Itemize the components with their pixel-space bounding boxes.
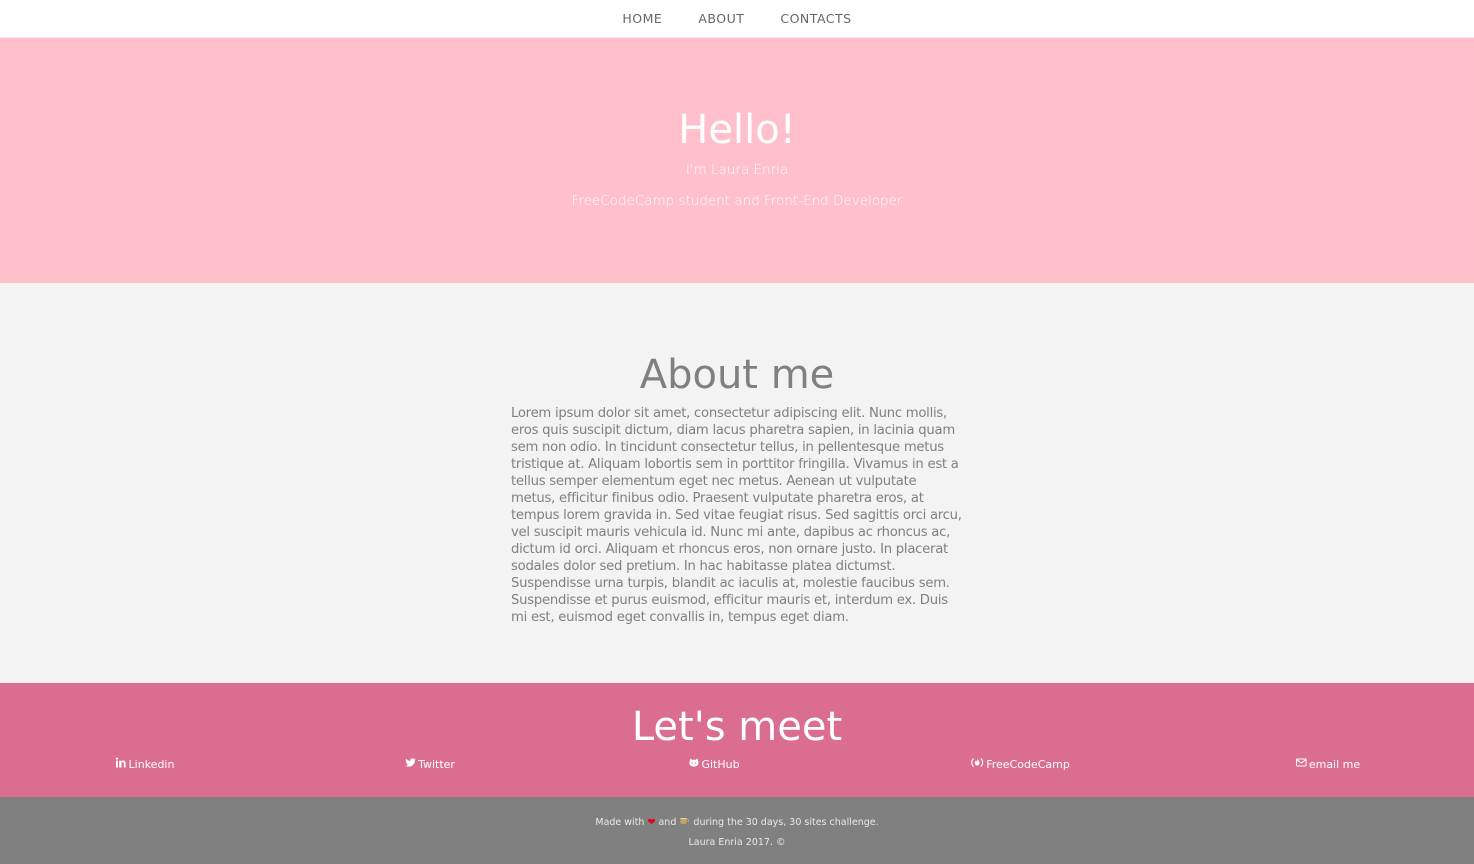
linkedin-link[interactable]: Linkedin: [115, 757, 175, 771]
linkedin-icon: [115, 757, 127, 771]
footer-credit: Made with ❤ and during the 30 days, 30 s…: [0, 815, 1474, 828]
coffee-icon: [679, 817, 693, 828]
nav-item-home[interactable]: HOME: [604, 11, 680, 26]
footer-made-with: Made with: [595, 817, 645, 828]
nav-item-about[interactable]: ABOUT: [680, 11, 762, 26]
freecodecamp-label: FreeCodeCamp: [986, 757, 1070, 771]
github-label: GitHub: [701, 757, 740, 771]
freecodecamp-link[interactable]: FreeCodeCamp: [970, 757, 1070, 771]
about-title: About me: [639, 352, 835, 398]
about-text: Lorem ipsum dolor sit amet, consectetur …: [511, 406, 962, 625]
nav-item-contacts[interactable]: CONTACTS: [762, 11, 869, 26]
twitter-link[interactable]: Twitter: [405, 757, 455, 771]
top-nav: HOME ABOUT CONTACTS: [0, 0, 1474, 38]
github-icon: [688, 757, 699, 771]
heart-icon: ❤: [647, 817, 656, 828]
twitter-label: Twitter: [418, 757, 455, 771]
hero-tagline: FreeCodeCamp student and Front-End Devel…: [571, 193, 903, 209]
envelope-icon: [1296, 757, 1307, 771]
freecodecamp-icon: [970, 757, 984, 771]
about-section: About me Lorem ipsum dolor sit amet, con…: [0, 283, 1474, 683]
page-footer: Made with ❤ and during the 30 days, 30 s…: [0, 797, 1474, 864]
footer-challenge-text: during the 30 days, 30 sites challenge.: [693, 817, 879, 828]
contact-section: Let's meet Linkedin Twitter GitHub FreeC…: [0, 683, 1474, 797]
hero-subtitle: I'm Laura Enria: [685, 162, 789, 178]
footer-copyright: Laura Enria 2017. ©: [688, 837, 786, 848]
twitter-icon: [405, 757, 416, 771]
social-links: Linkedin Twitter GitHub FreeCodeCamp ema…: [0, 757, 1474, 777]
email-label: email me: [1308, 757, 1361, 771]
contact-title: Let's meet: [631, 704, 843, 750]
linkedin-label: Linkedin: [128, 757, 175, 771]
hero-title: Hello!: [678, 107, 796, 153]
github-link[interactable]: GitHub: [688, 757, 740, 771]
hero-section: Hello! I'm Laura Enria FreeCodeCamp stud…: [0, 38, 1474, 283]
email-link[interactable]: email me: [1296, 757, 1360, 771]
footer-and: and: [658, 817, 677, 828]
